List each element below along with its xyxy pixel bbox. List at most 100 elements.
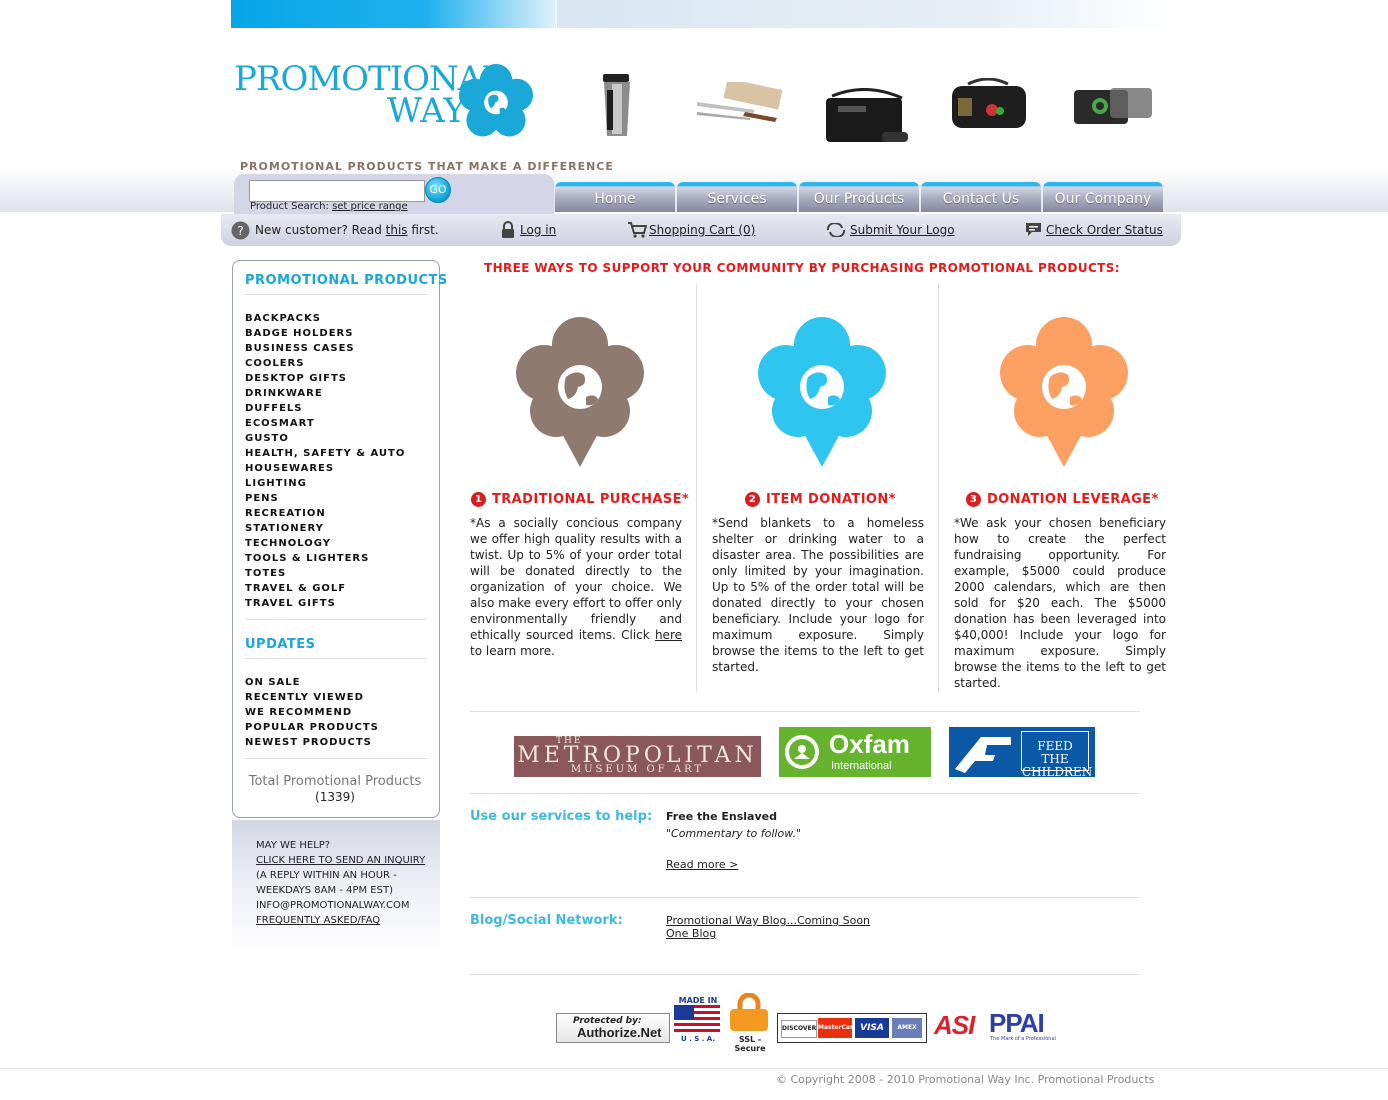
item-donation-title: 2 ITEM DONATION*: [745, 492, 896, 507]
col1-text-end: to learn more.: [470, 644, 555, 658]
lock-icon: [502, 221, 514, 238]
padlock-icon: [730, 992, 768, 1031]
tab-home[interactable]: Home: [555, 182, 675, 212]
submit-logo-link[interactable]: Submit Your Logo: [850, 223, 955, 237]
sidebar-item-category[interactable]: TECHNOLOGY: [245, 536, 405, 551]
asi-logo: ASI: [934, 1010, 975, 1040]
brown-flower-globe-icon: [516, 317, 644, 467]
sidebar-item-category[interactable]: LIGHTING: [245, 476, 405, 491]
oxfam-main-text: Oxfam: [829, 729, 910, 759]
sidebar-item-category[interactable]: HOUSEWARES: [245, 461, 405, 476]
us-flag-icon: [674, 1005, 720, 1033]
shopping-cart-icon: [628, 222, 647, 238]
top-accent-bar-right: [557, 0, 1172, 28]
new-customer-this-link[interactable]: this: [386, 223, 408, 237]
col1-text: *As a socially concious company we offer…: [470, 516, 683, 642]
orange-flower-globe-icon: [1000, 317, 1128, 467]
sidebar-item-update[interactable]: WE RECOMMEND: [245, 705, 379, 720]
blog-links: Promotional Way Blog...Coming Soon One B…: [666, 914, 870, 940]
travel-pouch-product-image[interactable]: [1070, 80, 1156, 128]
col1-title-text: TRADITIONAL PURCHASE*: [492, 492, 690, 507]
sidebar-item-category[interactable]: STATIONERY: [245, 521, 405, 536]
sidebar-item-category[interactable]: DUFFELS: [245, 401, 405, 416]
sidebar-item-category[interactable]: PENS: [245, 491, 405, 506]
sidebar-item-category[interactable]: BUSINESS CASES: [245, 341, 405, 356]
sidebar-item-update[interactable]: NEWEST PRODUCTS: [245, 735, 379, 750]
footer-divider: [0, 1068, 1388, 1069]
sidebar-heading-products: PROMOTIONAL PRODUCTS: [245, 273, 448, 288]
metropolitan-museum-logo[interactable]: THE METROPOLITAN MUSEUM OF ART: [514, 736, 761, 777]
made-in-usa-badge: MADE IN U . S . A.: [674, 996, 722, 1044]
traditional-purchase-title: 1 TRADITIONAL PURCHASE*: [471, 492, 689, 507]
authorize-net-badge[interactable]: Protected by: Authorize.Net: [556, 1013, 670, 1043]
login-link[interactable]: Log in: [520, 223, 556, 237]
tab-contact-us[interactable]: Contact Us: [921, 182, 1041, 212]
read-more-link[interactable]: Read more >: [666, 858, 738, 871]
help-text: MAY WE HELP? CLICK HERE TO SEND AN INQUI…: [256, 838, 425, 928]
learn-more-here-link[interactable]: here: [655, 628, 682, 642]
ftc-line2: CHILDREN: [1022, 765, 1093, 779]
sidebar-item-category[interactable]: HEALTH, SAFETY & AUTO: [245, 446, 405, 461]
services-help-comment: "Commentary to follow.": [666, 827, 802, 840]
sidebar-item-category[interactable]: TOOLS & LIGHTERS: [245, 551, 405, 566]
feed-the-children-hand-icon: [951, 729, 1017, 775]
traditional-purchase-text: *As a socially concious company we offer…: [470, 515, 682, 659]
feed-the-children-logo[interactable]: FEED THE CHILDREN: [949, 727, 1095, 779]
services-help-content: Free the Enslaved "Commentary to follow.…: [666, 810, 801, 872]
speech-bubble-icon: [1026, 223, 1041, 236]
promotional-way-blog-link[interactable]: Promotional Way Blog...Coming Soon: [666, 914, 870, 927]
blog-social-label: Blog/Social Network:: [470, 913, 623, 928]
usa-bottom-text: U . S . A.: [681, 1035, 715, 1043]
product-search-label: Product Search:: [250, 201, 329, 212]
ppai-sub-text: The Mark of a Professional: [990, 1036, 1056, 1042]
help-circle-icon: ?: [231, 221, 250, 240]
faq-link[interactable]: FREQUENTLY ASKED/FAQ: [256, 915, 380, 926]
travel-mug-product-image[interactable]: [600, 70, 634, 140]
ssl-secure-badge: SSL - Secure: [726, 992, 774, 1053]
sidebar-item-update[interactable]: ON SALE: [245, 675, 379, 690]
set-price-range-link[interactable]: set price range: [332, 201, 408, 212]
search-go-button[interactable]: GO: [425, 177, 451, 203]
tab-services[interactable]: Services: [677, 182, 797, 212]
reply-time-line2: WEEKDAYS 8AM - 4PM EST): [256, 885, 393, 896]
number-badge-3: 3: [966, 492, 981, 507]
help-email[interactable]: INFO@PROMOTIONALWAY.COM: [256, 898, 425, 913]
sidebar-item-category[interactable]: GUSTO: [245, 431, 405, 446]
blue-flower-globe-icon: [758, 317, 886, 467]
sidebar-item-category[interactable]: DESKTOP GIFTS: [245, 371, 405, 386]
sidebar-item-update[interactable]: RECENTLY VIEWED: [245, 690, 379, 705]
sidebar-item-category[interactable]: BACKPACKS: [245, 311, 405, 326]
sidebar-item-category[interactable]: ECOSMART: [245, 416, 405, 431]
sidebar-divider: [245, 619, 427, 620]
product-search-input[interactable]: [249, 180, 425, 202]
tab-our-company[interactable]: Our Company: [1043, 182, 1163, 212]
one-blog-link[interactable]: One Blog: [666, 927, 716, 940]
send-inquiry-link[interactable]: CLICK HERE TO SEND AN INQUIRY: [256, 855, 425, 866]
authorize-main-text: Authorize.Net: [577, 1025, 662, 1040]
mastercard-icon: MasterCard: [818, 1018, 857, 1038]
sidebar-item-category[interactable]: RECREATION: [245, 506, 405, 521]
duffel-bag-product-image[interactable]: [948, 78, 1030, 132]
sidebar-item-update[interactable]: POPULAR PRODUCTS: [245, 720, 379, 735]
oxfam-logo[interactable]: Oxfam International: [779, 727, 931, 777]
section-divider: [470, 974, 1140, 975]
sidebar-item-category[interactable]: TRAVEL GIFTS: [245, 596, 405, 611]
carving-set-product-image[interactable]: [695, 82, 785, 124]
updates-list: ON SALE RECENTLY VIEWED WE RECOMMEND POP…: [245, 675, 379, 750]
sidebar-item-category[interactable]: BADGE HOLDERS: [245, 326, 405, 341]
sidebar-heading-updates: UPDATES: [245, 637, 316, 652]
check-order-status-link[interactable]: Check Order Status: [1046, 223, 1163, 237]
sidebar-item-category[interactable]: TOTES: [245, 566, 405, 581]
messenger-bag-product-image[interactable]: [822, 88, 910, 146]
donation-leverage-text: *We ask your chosen beneficiary how to c…: [954, 516, 1166, 690]
ftc-line1: FEED THE: [1037, 739, 1073, 766]
item-donation-text: *Send blankets to a homeless shelter or …: [712, 516, 924, 674]
sidebar-item-category[interactable]: DRINKWARE: [245, 386, 405, 401]
tab-our-products[interactable]: Our Products: [799, 182, 919, 212]
shopping-cart-link[interactable]: Shopping Cart (0): [649, 223, 755, 237]
sidebar-item-category[interactable]: COOLERS: [245, 356, 405, 371]
oxfam-emblem-icon: [785, 735, 819, 769]
ppai-logo: PPAI: [989, 1008, 1045, 1038]
visa-card-icon: VISA: [855, 1018, 889, 1038]
sidebar-item-category[interactable]: TRAVEL & GOLF: [245, 581, 405, 596]
